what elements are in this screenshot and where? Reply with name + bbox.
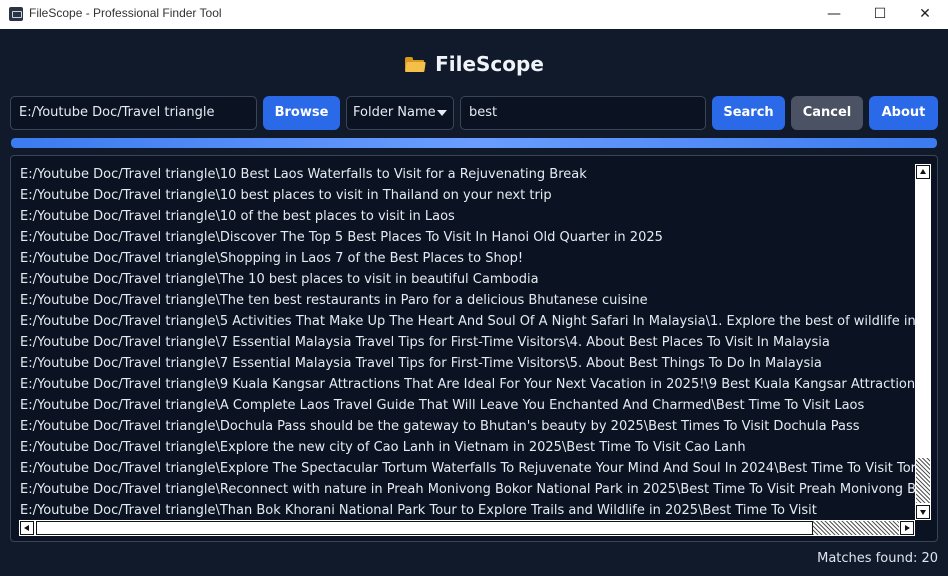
progress-bar	[11, 138, 937, 148]
result-item[interactable]: E:/Youtube Doc/Travel triangle\Reconnect…	[20, 479, 916, 500]
result-item[interactable]: E:/Youtube Doc/Travel triangle\5 Activit…	[20, 311, 916, 332]
title-bar: FileScope - Professional Finder Tool — ☐…	[0, 0, 948, 29]
minimize-button[interactable]: —	[811, 0, 857, 29]
arrow-left-icon	[24, 525, 29, 531]
result-item[interactable]: E:/Youtube Doc/Travel triangle\A Complet…	[20, 395, 916, 416]
progress-fill	[11, 138, 937, 148]
matches-count: Matches found: 20	[817, 551, 938, 566]
results-panel: E:/Youtube Doc/Travel triangle\10 Best L…	[10, 155, 938, 542]
horizontal-scroll-track[interactable]	[813, 521, 899, 535]
result-item[interactable]: E:/Youtube Doc/Travel triangle\7 Essenti…	[20, 353, 916, 374]
window-title: FileScope - Professional Finder Tool	[29, 6, 222, 20]
vertical-scroll-thumb[interactable]	[916, 458, 930, 503]
search-type-select[interactable]: Folder Name	[346, 96, 454, 130]
maximize-button[interactable]: ☐	[857, 0, 903, 29]
about-button[interactable]: About	[869, 96, 938, 130]
horizontal-scrollbar[interactable]	[19, 520, 915, 536]
close-button[interactable]: ✕	[902, 0, 948, 29]
chevron-down-icon	[437, 110, 447, 116]
folder-icon	[404, 56, 426, 73]
result-item[interactable]: E:/Youtube Doc/Travel triangle\10 Best L…	[20, 164, 916, 185]
horizontal-scroll-thumb[interactable]	[36, 521, 813, 535]
result-item[interactable]: E:/Youtube Doc/Travel triangle\9 Kuala K…	[20, 374, 916, 395]
arrow-up-icon	[920, 169, 926, 174]
scroll-right-button[interactable]	[900, 521, 914, 535]
browse-button[interactable]: Browse	[263, 96, 340, 130]
vertical-scrollbar[interactable]	[915, 164, 931, 520]
result-item[interactable]: E:/Youtube Doc/Travel triangle\Explore T…	[20, 458, 916, 479]
result-item[interactable]: E:/Youtube Doc/Travel triangle\Than Bok …	[20, 500, 916, 520]
result-item[interactable]: E:/Youtube Doc/Travel triangle\10 best p…	[20, 185, 916, 206]
search-input[interactable]: best	[460, 96, 706, 130]
path-input[interactable]: E:/Youtube Doc/Travel triangle	[10, 96, 257, 130]
scroll-up-button[interactable]	[916, 165, 930, 179]
result-item[interactable]: E:/Youtube Doc/Travel triangle\Discover …	[20, 227, 916, 248]
result-item[interactable]: E:/Youtube Doc/Travel triangle\Explore t…	[20, 437, 916, 458]
result-item[interactable]: E:/Youtube Doc/Travel triangle\7 Essenti…	[20, 332, 916, 353]
result-item[interactable]: E:/Youtube Doc/Travel triangle\10 of the…	[20, 206, 916, 227]
search-type-value: Folder Name	[353, 105, 436, 120]
app-icon	[9, 7, 23, 21]
app-header: FileScope	[0, 52, 948, 82]
scroll-down-button[interactable]	[916, 505, 930, 519]
scroll-corner	[915, 520, 931, 536]
app-name: FileScope	[435, 52, 544, 76]
result-item[interactable]: E:/Youtube Doc/Travel triangle\Shopping …	[20, 248, 916, 269]
result-item[interactable]: E:/Youtube Doc/Travel triangle\The 10 be…	[20, 269, 916, 290]
arrow-down-icon	[920, 510, 926, 515]
cancel-button[interactable]: Cancel	[791, 96, 863, 130]
search-button[interactable]: Search	[712, 96, 785, 130]
results-list[interactable]: E:/Youtube Doc/Travel triangle\10 Best L…	[20, 164, 916, 520]
result-item[interactable]: E:/Youtube Doc/Travel triangle\The ten b…	[20, 290, 916, 311]
result-item[interactable]: E:/Youtube Doc/Travel triangle\Dochula P…	[20, 416, 916, 437]
scroll-left-button[interactable]	[20, 521, 34, 535]
arrow-right-icon	[905, 525, 910, 531]
